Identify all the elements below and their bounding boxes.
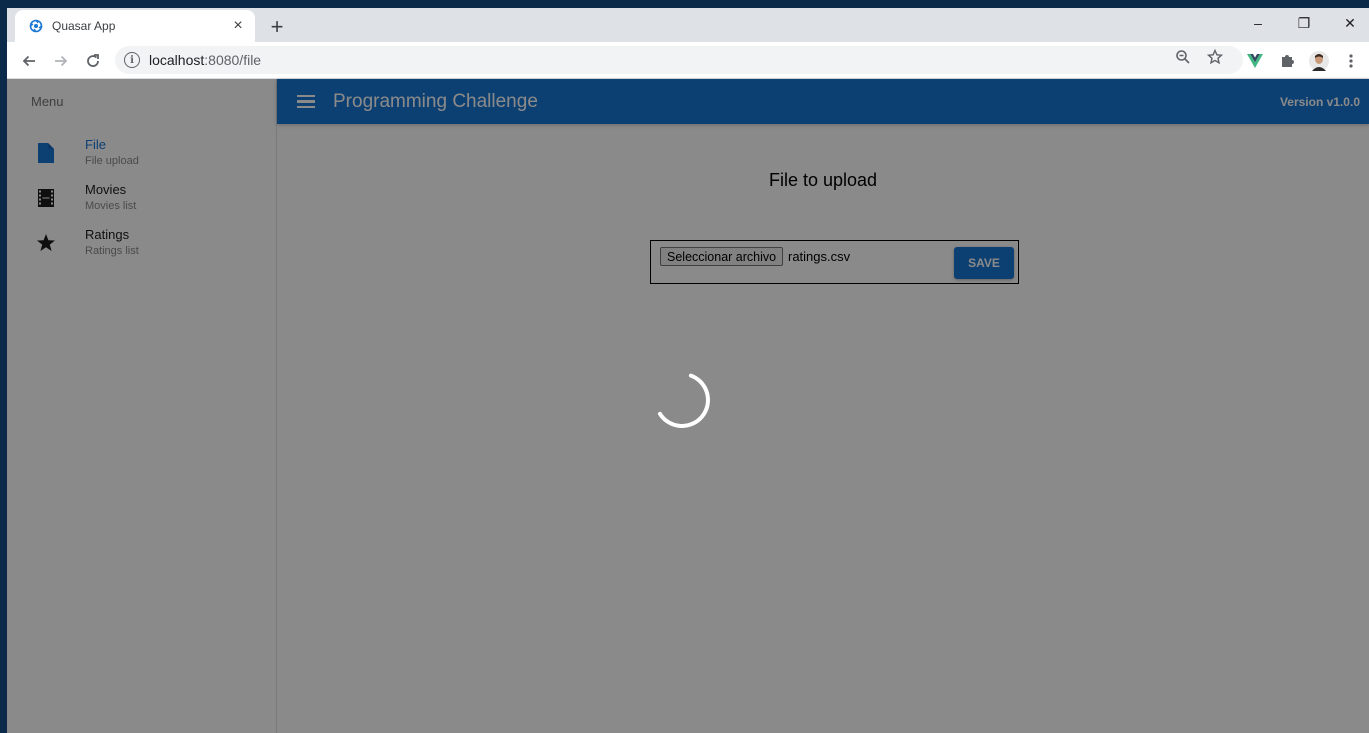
profile-avatar[interactable] [1308, 50, 1330, 72]
minimize-button[interactable]: – [1235, 8, 1281, 38]
bookmark-star-icon[interactable] [1205, 47, 1225, 67]
tab-close-icon[interactable]: × [229, 17, 247, 35]
browser-menu-icon[interactable] [1340, 50, 1362, 72]
address-bar[interactable]: i localhost:8080/file [115, 46, 1243, 74]
tab-strip: Quasar App × + – ❐ ✕ [7, 8, 1369, 42]
extensions-puzzle-icon[interactable] [1276, 50, 1298, 72]
browser-tab[interactable]: Quasar App × [15, 10, 255, 42]
restore-button[interactable]: ❐ [1281, 8, 1327, 38]
url-host: localhost [149, 52, 205, 68]
loading-spinner-icon [657, 373, 710, 428]
site-info-icon[interactable]: i [124, 52, 140, 68]
url-text: localhost:8080/file [149, 52, 261, 68]
close-window-button[interactable]: ✕ [1327, 8, 1369, 38]
quasar-logo-icon [28, 18, 44, 34]
back-arrow-icon[interactable] [15, 47, 43, 75]
reload-icon[interactable] [79, 47, 107, 75]
forward-arrow-icon[interactable] [47, 47, 75, 75]
browser-toolbar: i localhost:8080/file [7, 42, 1369, 79]
vue-devtools-icon[interactable] [1244, 50, 1266, 72]
new-tab-button[interactable]: + [265, 14, 289, 39]
url-path: :8080/file [204, 52, 262, 68]
tab-title: Quasar App [52, 19, 116, 33]
zoom-icon[interactable] [1173, 47, 1193, 67]
